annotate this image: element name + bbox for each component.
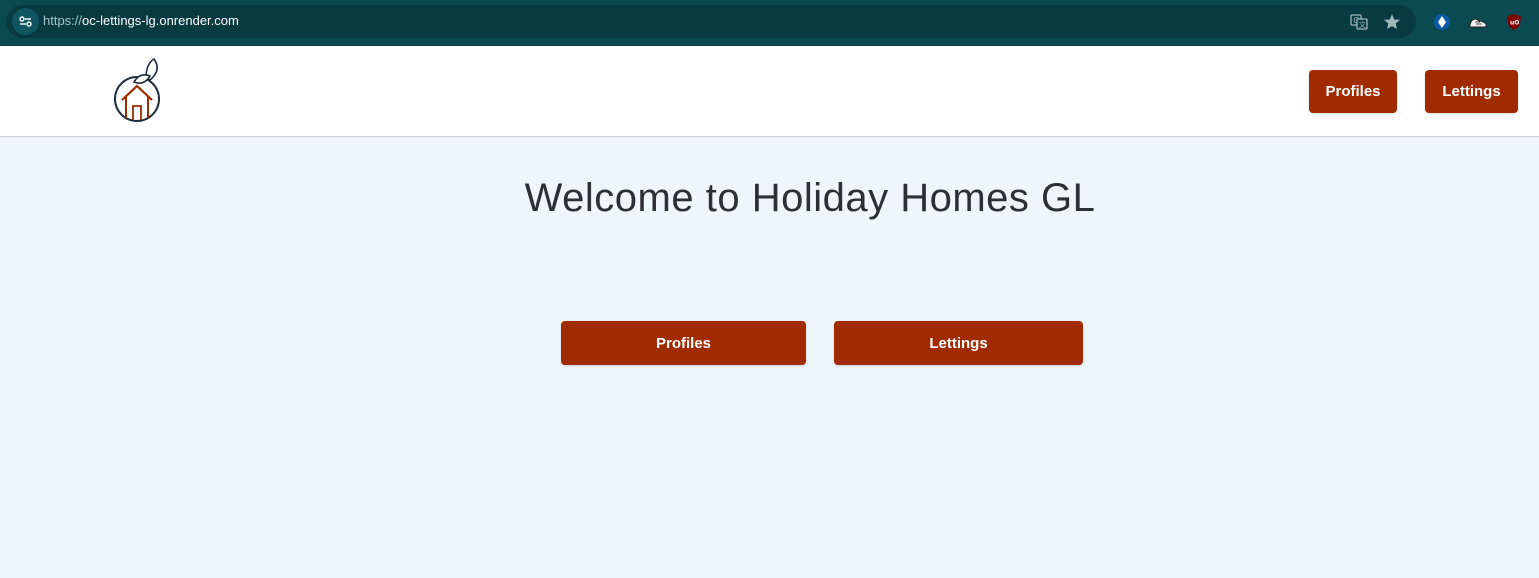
orange-house-logo[interactable] [110,56,166,126]
page-title: Welcome to Holiday Homes GL [524,176,1096,220]
profiles-button[interactable]: Profiles [561,321,806,365]
translate-icon[interactable]: G 文 [1349,12,1369,32]
sneaker-icon[interactable] [1467,11,1489,33]
site-info-button[interactable] [12,8,39,35]
url-scheme: https:// [43,13,83,28]
browser-toolbar: https://oc-lettings-lg.onrender.com G 文 … [0,0,1539,46]
svg-text:uO: uO [1510,20,1519,27]
address-bar[interactable]: https://oc-lettings-lg.onrender.com G 文 [6,5,1416,38]
url-text[interactable]: https://oc-lettings-lg.onrender.com [43,13,239,28]
ublock-origin-icon[interactable]: uO [1503,11,1525,33]
tune-icon [19,16,32,27]
nav-profiles-button[interactable]: Profiles [1309,70,1397,113]
star-icon[interactable] [1382,12,1402,32]
nav-lettings-button[interactable]: Lettings [1425,70,1518,113]
url-host: oc-lettings-lg.onrender.com [82,13,239,28]
blue-diamond-icon[interactable] [1431,11,1453,33]
svg-text:文: 文 [1359,20,1366,29]
lettings-button[interactable]: Lettings [834,321,1083,365]
site-header: Profiles Lettings [0,46,1539,137]
